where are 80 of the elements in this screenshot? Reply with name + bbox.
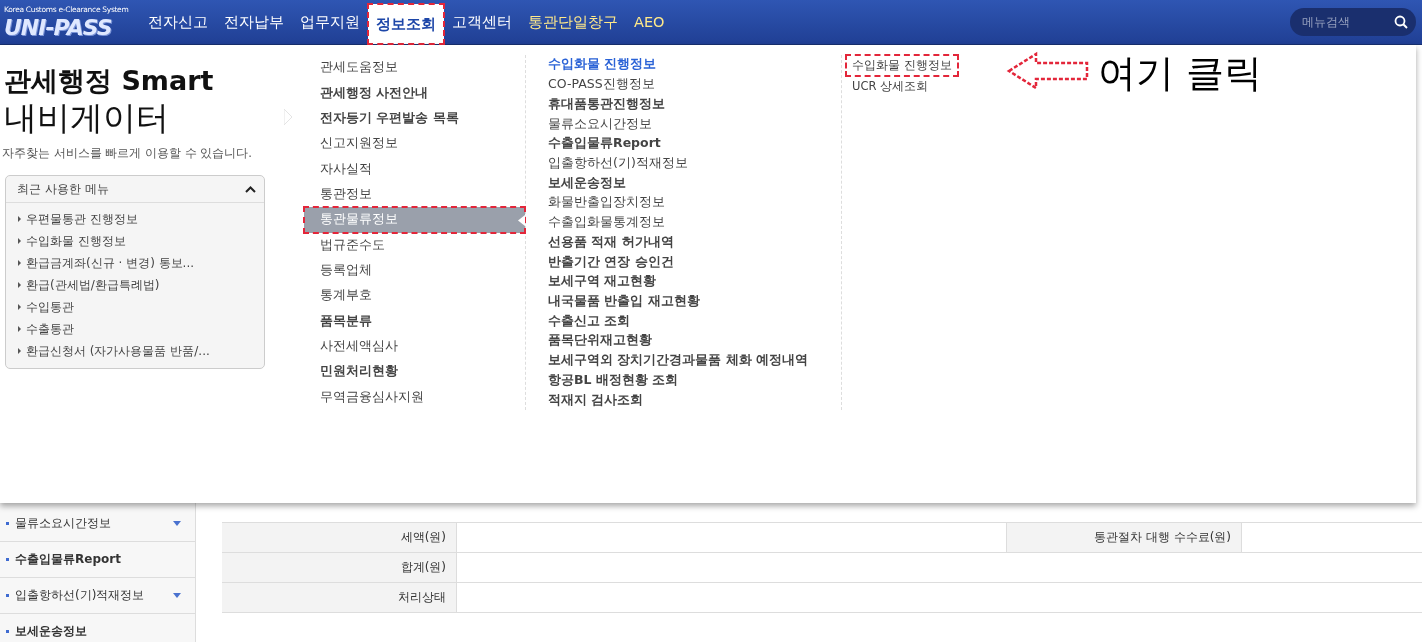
menu-item[interactable]: 입출항하선(기)적재정보 xyxy=(546,153,690,174)
sidebar-item[interactable]: 물류소요시간정보 xyxy=(0,506,195,542)
menu-item[interactable]: 품목분류 xyxy=(304,308,376,334)
arrow-icon xyxy=(1006,51,1090,91)
triangle-icon xyxy=(18,326,21,332)
bullet-icon xyxy=(6,594,9,597)
recent-menu-item[interactable]: 환급신청서 (자가사용물품 반품/... xyxy=(6,340,264,362)
search-icon[interactable] xyxy=(1394,15,1408,29)
menu-item[interactable]: 품목단위재고현황 xyxy=(546,331,654,351)
table-header-cell: 세액(원) xyxy=(222,522,457,553)
menu-item[interactable]: 자사실적 xyxy=(304,156,376,182)
menu-item[interactable]: 보세운송정보 xyxy=(546,173,628,194)
nav-tab[interactable]: 고객센터 xyxy=(444,0,520,44)
caret-icon xyxy=(173,521,181,526)
table-header-cell: 합계(원) xyxy=(222,552,457,583)
menu-item[interactable]: 관세행정 사전안내 xyxy=(304,80,433,106)
menu-item[interactable]: 물류소요시간정보 xyxy=(546,114,654,134)
menu-item[interactable]: 보세구역외 장치기간경과물품 체화 예정내역 xyxy=(546,350,811,371)
recent-menu-item[interactable]: 수입통관 xyxy=(6,296,264,318)
bullet-icon xyxy=(6,558,9,561)
navigator-subtitle: 내비게이터 xyxy=(3,98,170,138)
nav-tab[interactable]: AEO xyxy=(626,0,673,44)
logo[interactable]: UNI-PASS xyxy=(4,14,134,40)
menu-item[interactable]: 내국물품 반출입 재고현황 xyxy=(546,291,702,312)
triangle-icon xyxy=(18,282,21,288)
menu-item[interactable]: 무역금융심사지원 xyxy=(304,384,428,411)
annotation-text: 여기 클릭 xyxy=(1098,51,1263,95)
menu-item[interactable]: 수출신고 조회 xyxy=(546,311,633,332)
menu-item[interactable]: 등록업체 xyxy=(304,257,376,284)
triangle-icon xyxy=(18,216,21,222)
menu-item[interactable]: 적재지 검사조회 xyxy=(546,390,646,410)
navigator-title: 관세행정 Smart xyxy=(3,64,215,98)
table-header-cell: 처리상태 xyxy=(222,582,457,613)
menu-item[interactable]: 사전세액심사 xyxy=(304,333,402,360)
sidebar-item[interactable]: 입출항하선(기)적재정보 xyxy=(0,578,195,614)
pointer-icon xyxy=(518,215,525,227)
bullet-icon xyxy=(6,522,9,525)
table-header-cell: 통관절차 대행 수수료(원) xyxy=(1006,522,1242,553)
triangle-icon xyxy=(18,260,21,266)
menu-item[interactable]: 수출입화물통계정보 xyxy=(546,212,667,233)
chevron-icon[interactable] xyxy=(245,185,256,193)
menu-item[interactable]: 통관정보 xyxy=(304,181,376,208)
menu-item[interactable]: 수입화물 진행정보 xyxy=(846,55,958,76)
menu-item[interactable]: 통계부호 xyxy=(304,283,376,309)
bullet-icon xyxy=(6,630,9,633)
sidebar-item[interactable]: 수출입물류Report xyxy=(0,542,195,578)
menu-item[interactable]: 선용품 적재 허가내역 xyxy=(546,232,676,253)
menu-item[interactable]: 항공BL 배정현황 조회 xyxy=(546,370,681,391)
menu-item[interactable]: CO-PASS진행정보 xyxy=(546,74,657,95)
pointer-icon xyxy=(284,109,293,125)
menu-item[interactable]: UCR 상세조회 xyxy=(846,76,935,97)
menu-item[interactable]: 전자등기 우편발송 목록 xyxy=(304,105,463,132)
sidebar-item[interactable]: 보세운송정보 xyxy=(0,614,195,642)
menu-item[interactable]: 보세구역 재고현황 xyxy=(546,271,659,292)
menu-item[interactable]: 신고지원정보 xyxy=(304,131,402,157)
recent-menu-item[interactable]: 우편물통관 진행정보 xyxy=(6,208,264,230)
triangle-icon xyxy=(18,304,21,310)
triangle-icon xyxy=(18,238,21,244)
menu-item[interactable]: 반출기간 연장 승인건 xyxy=(546,252,676,272)
nav-tab[interactable]: 정보조회 xyxy=(368,4,444,44)
recent-menu-item[interactable]: 수입화물 진행정보 xyxy=(6,230,264,252)
triangle-icon xyxy=(18,348,21,354)
menu-item[interactable]: 관세도움정보 xyxy=(304,55,402,81)
menu-item[interactable]: 수출입물류Report xyxy=(546,133,663,154)
caret-icon xyxy=(173,593,181,598)
search-field[interactable]: 메뉴검색 xyxy=(1290,8,1416,36)
menu-item[interactable]: 민원처리현황 xyxy=(304,359,402,385)
menu-item[interactable]: 수입화물 진행정보 xyxy=(546,55,659,75)
nav-tab[interactable]: 업무지원 xyxy=(292,0,368,44)
navigator-description: 자주찾는 서비스를 빠르게 이용할 수 있습니다. xyxy=(1,146,253,161)
menu-item[interactable]: 화물반출입장치정보 xyxy=(546,193,667,213)
recent-menu-item[interactable]: 환급(관세법/환급특례법) xyxy=(6,274,264,296)
menu-item[interactable]: 법규준수도 xyxy=(304,232,389,258)
recent-menu-item[interactable]: 환급금계좌(신규 · 변경) 통보... xyxy=(6,252,264,274)
recent-menu-item[interactable]: 수출통관 xyxy=(6,318,264,340)
menu-item[interactable]: 휴대품통관진행정보 xyxy=(546,94,667,115)
nav-tab[interactable]: 전자납부 xyxy=(216,0,292,44)
nav-tab[interactable]: 통관단일창구 xyxy=(520,0,626,44)
nav-tab[interactable]: 전자신고 xyxy=(140,0,216,44)
recent-menu-header[interactable]: 최근 사용한 메뉴 xyxy=(6,176,264,203)
